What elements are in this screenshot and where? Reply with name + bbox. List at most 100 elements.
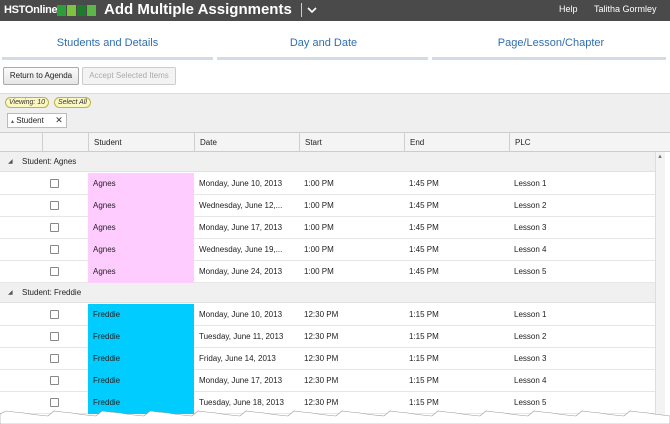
cell-start: 12:30 PM xyxy=(304,376,339,385)
step-underline xyxy=(432,57,666,60)
cell-student: Agnes xyxy=(88,217,194,239)
cell-plc: Lesson 1 xyxy=(514,310,547,319)
select-all-link[interactable]: Select All xyxy=(54,97,91,108)
grid-header: Student Date Start End PLC xyxy=(0,132,670,152)
cell-student: Freddie xyxy=(88,348,194,370)
chevron-down-icon[interactable] xyxy=(306,3,318,17)
cell-plc: Lesson 2 xyxy=(514,201,547,210)
table-row[interactable]: Freddie Monday, June 10, 2013 12:30 PM 1:15… xyxy=(0,304,655,326)
cell-start: 12:30 PM xyxy=(304,332,339,341)
cell-date: Monday, June 17, 2013 xyxy=(199,223,283,232)
scroll-up-icon[interactable]: ▲ xyxy=(657,154,663,160)
row-checkbox[interactable] xyxy=(50,201,59,210)
table-row[interactable]: Agnes Monday, June 10, 2013 1:00 PM 1:45 PM… xyxy=(0,173,655,195)
row-checkbox[interactable] xyxy=(50,223,59,232)
page-title: Add Multiple Assignments xyxy=(104,1,292,18)
row-checkbox[interactable] xyxy=(50,179,59,188)
cell-start: 1:00 PM xyxy=(304,201,334,210)
viewing-count-badge: Viewing: 10 xyxy=(5,97,50,108)
cell-end: 1:45 PM xyxy=(409,201,439,210)
title-divider xyxy=(301,3,302,17)
cell-end: 1:45 PM xyxy=(409,245,439,254)
group-by-chip[interactable]: ▴ Student ✕ xyxy=(7,113,67,128)
cell-end: 1:15 PM xyxy=(409,354,439,363)
cell-student: Freddie xyxy=(88,326,194,348)
cell-date: Tuesday, June 11, 2013 xyxy=(199,332,284,341)
grid-body: ◢ Student: Agnes Agnes Monday, June 10, 201… xyxy=(0,152,655,424)
column-header-student[interactable]: Student xyxy=(88,133,194,152)
column-header-date[interactable]: Date xyxy=(194,133,299,152)
action-bar: Return to Agenda Accept Selected Items xyxy=(0,63,670,89)
table-row[interactable]: Freddie Friday, June 14, 2013 12:30 PM 1:15… xyxy=(0,348,655,370)
cell-date: Wednesday, June 19,... xyxy=(199,245,283,254)
wizard-steps: Students and Details Day and Date Page/L… xyxy=(0,21,670,61)
row-checkbox[interactable] xyxy=(50,376,59,385)
table-row[interactable]: Freddie Monday, June 17, 2013 12:30 PM 1:15… xyxy=(0,370,655,392)
help-link[interactable]: Help xyxy=(559,4,578,14)
row-checkbox[interactable] xyxy=(50,310,59,319)
torn-edge-decoration xyxy=(0,410,670,424)
cell-start: 12:30 PM xyxy=(304,354,339,363)
close-icon[interactable]: ✕ xyxy=(54,114,64,127)
accept-selected-button[interactable]: Accept Selected Items xyxy=(82,67,176,85)
top-bar: HSTOnline Add Multiple Assignments Help … xyxy=(0,0,670,21)
collapse-triangle-icon[interactable]: ◢ xyxy=(8,152,13,172)
cell-start: 1:00 PM xyxy=(304,245,334,254)
return-to-agenda-button[interactable]: Return to Agenda xyxy=(3,67,79,85)
table-row[interactable]: Freddie Tuesday, June 11, 2013 12:30 PM 1:1… xyxy=(0,326,655,348)
cell-plc: Lesson 3 xyxy=(514,354,547,363)
cell-end: 1:45 PM xyxy=(409,267,439,276)
table-row[interactable]: Agnes Monday, June 24, 2013 1:00 PM 1:45 PM… xyxy=(0,261,655,283)
group-header-row[interactable]: ◢ Student: Agnes xyxy=(0,152,655,172)
cell-date: Monday, June 10, 2013 xyxy=(199,310,283,319)
cell-plc: Lesson 5 xyxy=(514,267,547,276)
step-page-lesson-chapter[interactable]: Page/Lesson/Chapter xyxy=(432,37,670,49)
cell-date: Monday, June 17, 2013 xyxy=(199,376,283,385)
cell-date: Monday, June 10, 2013 xyxy=(199,179,283,188)
app-logo[interactable]: HSTOnline xyxy=(4,4,58,16)
cell-student: Agnes xyxy=(88,173,194,195)
step-students-details[interactable]: Students and Details xyxy=(0,37,215,49)
user-menu[interactable]: Talitha Gormley xyxy=(594,4,657,14)
cell-start: 12:30 PM xyxy=(304,310,339,319)
logo-text: HSTOnline xyxy=(4,4,58,16)
row-checkbox[interactable] xyxy=(50,354,59,363)
table-row[interactable]: Agnes Wednesday, June 19,... 1:00 PM 1:45 P… xyxy=(0,239,655,261)
cell-end: 1:15 PM xyxy=(409,310,439,319)
row-checkbox[interactable] xyxy=(50,332,59,341)
cell-start: 1:00 PM xyxy=(304,223,334,232)
cell-plc: Lesson 1 xyxy=(514,179,547,188)
cell-plc: Lesson 4 xyxy=(514,376,547,385)
row-checkbox[interactable] xyxy=(50,267,59,276)
table-row[interactable]: Agnes Monday, June 17, 2013 1:00 PM 1:45 PM… xyxy=(0,217,655,239)
select-column-header xyxy=(42,133,88,152)
collapse-triangle-icon[interactable]: ◢ xyxy=(8,283,13,303)
cell-start: 1:00 PM xyxy=(304,267,334,276)
row-checkbox[interactable] xyxy=(50,398,59,407)
step-day-date[interactable]: Day and Date xyxy=(217,37,430,49)
group-header-row[interactable]: ◢ Student: Freddie xyxy=(0,283,655,303)
cell-plc: Lesson 2 xyxy=(514,332,547,341)
cell-plc: Lesson 4 xyxy=(514,245,547,254)
row-checkbox[interactable] xyxy=(50,245,59,254)
cell-student: Agnes xyxy=(88,239,194,261)
logo-blocks-icon xyxy=(57,5,97,16)
step-underline xyxy=(2,57,213,60)
step-underline xyxy=(217,57,428,60)
column-header-end[interactable]: End xyxy=(404,133,509,152)
cell-student: Freddie xyxy=(88,304,194,326)
group-label: Student: Agnes xyxy=(22,157,77,166)
cell-end: 1:15 PM xyxy=(409,332,439,341)
cell-end: 1:15 PM xyxy=(409,376,439,385)
table-row[interactable]: Agnes Wednesday, June 12,... 1:00 PM 1:45 P… xyxy=(0,195,655,217)
column-header-start[interactable]: Start xyxy=(299,133,404,152)
cell-student: Agnes xyxy=(88,261,194,283)
cell-end: 1:45 PM xyxy=(409,223,439,232)
vertical-scrollbar[interactable]: ▲ xyxy=(655,152,665,424)
column-header-plc[interactable]: PLC xyxy=(509,133,655,152)
cell-date: Monday, June 24, 2013 xyxy=(199,267,283,276)
cell-end: 1:45 PM xyxy=(409,179,439,188)
expand-column-header xyxy=(0,133,42,152)
group-chip-label: Student xyxy=(16,116,44,125)
cell-date: Wednesday, June 12,... xyxy=(199,201,283,210)
